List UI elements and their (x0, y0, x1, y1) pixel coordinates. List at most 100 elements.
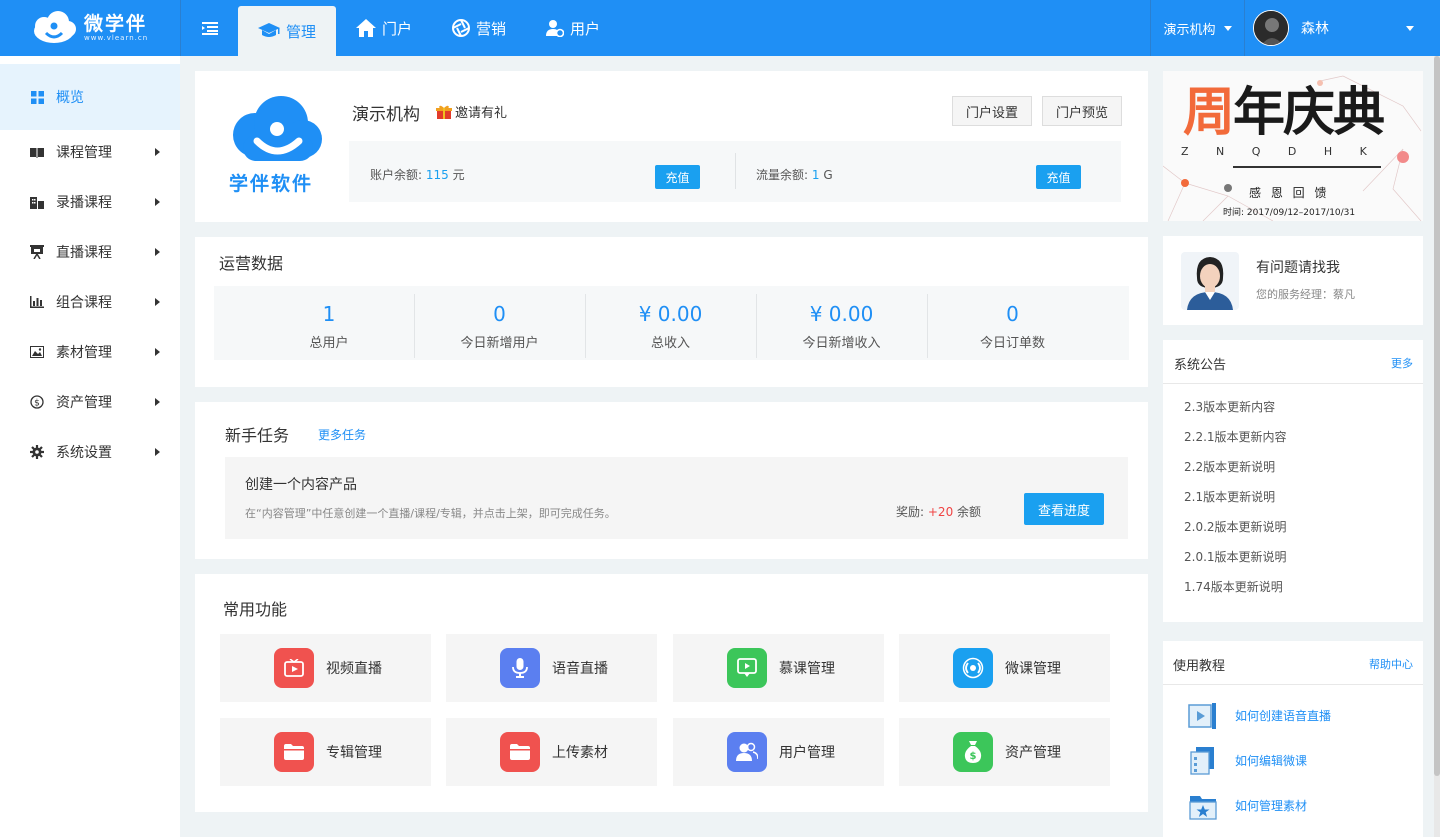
users-icon (727, 732, 767, 772)
bar-chart-icon (30, 295, 44, 309)
tutorial-title: 使用教程 (1173, 659, 1226, 674)
notice-item[interactable]: 2.2.1版本更新内容 (1163, 422, 1423, 452)
traffic-label: 流量余额: (756, 168, 809, 182)
notice-item[interactable]: 2.0.1版本更新说明 (1163, 542, 1423, 572)
sidebar-item-label: 资产管理 (56, 395, 112, 411)
dollar-icon: $ (30, 395, 44, 409)
sidebar-item-recorded-courses[interactable]: 录播课程 (0, 177, 180, 227)
tutorial-item[interactable]: 如何编辑微课 (1163, 738, 1423, 783)
notice-divider (1163, 383, 1423, 384)
svg-text:$: $ (970, 751, 977, 762)
nav-tab-manage[interactable]: 管理 (238, 6, 337, 56)
stat-label: 总收入 (650, 336, 690, 351)
functions-panel: 常用功能 视频直播 语音直播 慕课管理 微课管理 专辑管理 上传素材 用户管理 … (195, 574, 1148, 812)
chevron-right-icon (155, 348, 160, 356)
traffic-unit: G (823, 168, 833, 182)
func-user-manage[interactable]: 用户管理 (673, 718, 884, 786)
task-title: 创建一个内容产品 (245, 477, 357, 493)
func-label: 上传素材 (552, 745, 608, 761)
notice-more-link[interactable]: 更多 (1391, 355, 1413, 371)
svg-text:$: $ (34, 399, 40, 409)
notice-item[interactable]: 2.2版本更新说明 (1163, 452, 1423, 482)
menu-icon (201, 21, 218, 35)
banner-title-rest: 年庆典 (1233, 83, 1385, 143)
func-microcourse-manage[interactable]: 微课管理 (899, 634, 1110, 702)
portal-settings-button[interactable]: 门户设置 (952, 96, 1032, 126)
sidebar-item-label: 组合课程 (56, 295, 112, 311)
org-card: 学伴软件 演示机构 邀请有礼 门户设置 门户预览 账户余额: 115 元 充值 … (195, 71, 1148, 222)
sidebar-item-assets[interactable]: $ 资产管理 (0, 377, 180, 427)
stat-label: 今日订单数 (979, 336, 1045, 351)
stat-value: ¥ 0.00 (638, 302, 703, 326)
help-center-link[interactable]: 帮助中心 (1369, 656, 1413, 672)
tutorial-divider (1163, 684, 1423, 685)
notice-item[interactable]: 2.0.2版本更新说明 (1163, 512, 1423, 542)
banner-subtitle: 感 恩 回 馈 (1249, 186, 1330, 200)
document-icon (1190, 746, 1214, 775)
logo-text: 微学伴 (84, 12, 148, 35)
microphone-icon (500, 648, 540, 688)
nav-tab-users[interactable]: 用户 (526, 0, 620, 56)
notice-title: 系统公告 (1174, 358, 1227, 373)
logo[interactable]: 微学伴 www.vlearn.cn (0, 0, 180, 56)
chevron-right-icon (155, 298, 160, 306)
tutorial-item[interactable]: 如何创建语音直播 (1163, 693, 1423, 738)
view-progress-button[interactable]: 查看进度 (1024, 493, 1104, 525)
cloud-logo-icon (233, 96, 322, 161)
sidebar-item-live-courses[interactable]: 直播课程 (0, 227, 180, 277)
sidebar-item-materials[interactable]: 素材管理 (0, 327, 180, 377)
func-voice-live[interactable]: 语音直播 (446, 634, 657, 702)
nav-tab-marketing[interactable]: 营销 (432, 0, 526, 56)
portal-preview-button[interactable]: 门户预览 (1042, 96, 1122, 126)
reward-label: 奖励: (896, 505, 925, 519)
tutorial-label: 如何创建语音直播 (1235, 709, 1332, 723)
stat-label: 今日新增收入 (802, 336, 881, 351)
stat-total-income: ¥ 0.00 总收入 (585, 286, 756, 360)
page-scrollbar[interactable] (1434, 56, 1440, 837)
folder-icon (274, 732, 314, 772)
user-menu[interactable]: 森林 (1244, 0, 1440, 56)
ops-stats: 1 总用户 0 今日新增用户 ¥ 0.00 总收入 ¥ 0.00 今日新增收入 … (214, 286, 1129, 360)
scrollbar-thumb[interactable] (1434, 56, 1440, 776)
banner-rule (1233, 166, 1381, 168)
func-asset-manage[interactable]: $ 资产管理 (899, 718, 1110, 786)
org-select-dropdown[interactable]: 演示机构 (1150, 0, 1244, 56)
book-icon (30, 145, 44, 159)
folder-star-icon (1189, 795, 1217, 820)
invite-link[interactable]: 邀请有礼 (436, 102, 507, 121)
balance-divider (735, 153, 736, 189)
top-bar: 微学伴 www.vlearn.cn 管理 门户 营销 用户 演示机构 森林 (0, 0, 1440, 56)
home-icon (356, 19, 377, 37)
recharge-traffic-button[interactable]: 充值 (1036, 165, 1081, 189)
func-album-manage[interactable]: 专辑管理 (220, 718, 431, 786)
manager-avatar (1181, 252, 1239, 310)
banner-letters: Z N Q D H K (1181, 145, 1368, 158)
func-mooc-manage[interactable]: 慕课管理 (673, 634, 884, 702)
notice-item[interactable]: 2.3版本更新内容 (1163, 392, 1423, 422)
banner-title: 周年庆典 (1183, 83, 1385, 143)
more-tasks-link[interactable]: 更多任务 (318, 426, 366, 443)
image-icon (30, 345, 44, 359)
ops-title: 运营数据 (219, 254, 284, 273)
anniversary-banner[interactable]: 周年庆典 Z N Q D H K 感 恩 回 馈 时间: 2017/09/12–… (1163, 71, 1423, 221)
func-video-live[interactable]: 视频直播 (220, 634, 431, 702)
recharge-account-button[interactable]: 充值 (655, 165, 700, 189)
sidebar-item-overview[interactable]: 概览 (0, 64, 180, 130)
sidebar-item-course-manage[interactable]: 课程管理 (0, 127, 180, 177)
account-balance: 账户余额: 115 元 (370, 166, 465, 183)
sidebar-item-bundle-courses[interactable]: 组合课程 (0, 277, 180, 327)
sidebar: 概览 课程管理 录播课程 直播课程 组合课程 素材管理 $ 资产管理 系统设置 (0, 56, 180, 837)
menu-toggle-button[interactable] (180, 0, 238, 56)
notice-item[interactable]: 1.74版本更新说明 (1163, 572, 1423, 602)
notice-panel: 系统公告 更多 2.3版本更新内容 2.2.1版本更新内容 2.2版本更新说明 … (1163, 340, 1423, 622)
cloud-logo-icon (34, 11, 76, 43)
money-bag-icon: $ (953, 732, 993, 772)
func-upload-material[interactable]: 上传素材 (446, 718, 657, 786)
folder-icon (500, 732, 540, 772)
banner-date: 时间: 2017/09/12–2017/10/31 (1223, 208, 1356, 218)
sidebar-item-settings[interactable]: 系统设置 (0, 427, 180, 477)
nav-tab-portal[interactable]: 门户 (336, 0, 432, 56)
func-label: 语音直播 (552, 661, 608, 677)
notice-item[interactable]: 2.1版本更新说明 (1163, 482, 1423, 512)
tutorial-item[interactable]: 如何管理素材 (1163, 783, 1423, 828)
